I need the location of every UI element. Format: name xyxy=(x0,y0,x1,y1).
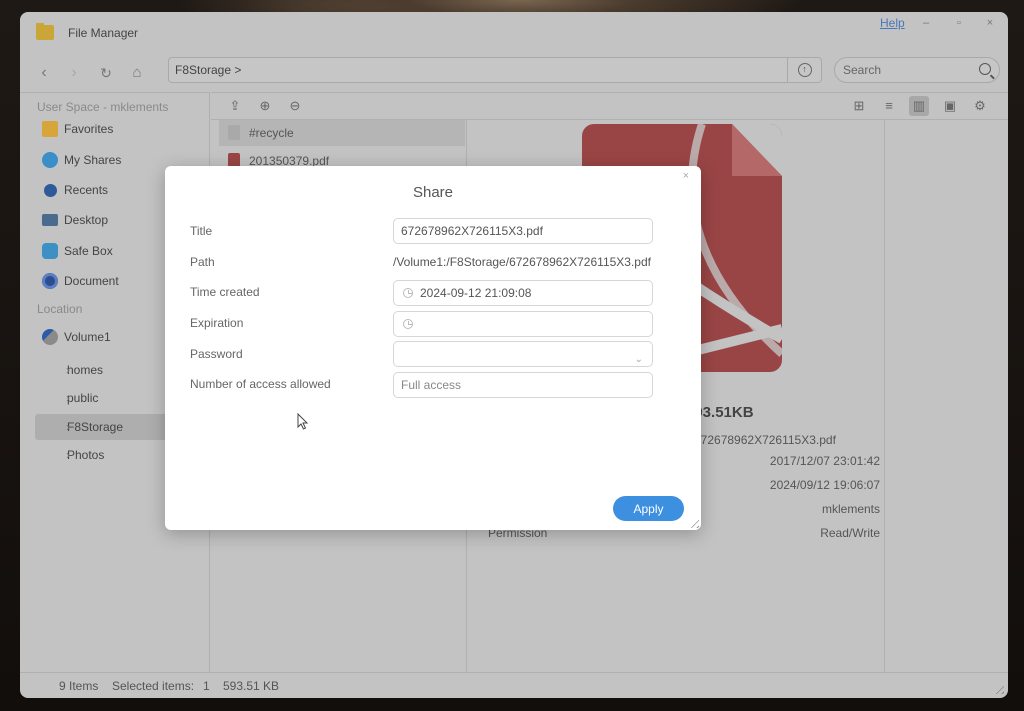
refresh-button[interactable]: ↻ xyxy=(95,62,117,84)
recycle-bin-icon xyxy=(228,125,240,140)
forward-button[interactable]: › xyxy=(63,62,85,84)
maximize-button[interactable]: ▫ xyxy=(951,15,967,31)
list-view-icon[interactable]: ≡ xyxy=(881,98,897,114)
chevron-down-icon: ⌄ xyxy=(634,354,643,365)
title-label: Title xyxy=(190,224,213,238)
sidebar-item-my-shares[interactable]: My Shares xyxy=(42,149,121,171)
apply-button[interactable]: Apply xyxy=(613,496,684,521)
share-icon xyxy=(42,152,58,168)
access-count-input[interactable] xyxy=(393,372,653,398)
close-button[interactable]: × xyxy=(982,15,998,31)
safe-box-icon xyxy=(42,243,58,259)
sidebar-item-recents[interactable]: Recents xyxy=(42,179,108,201)
sidebar-item-safe-box[interactable]: Safe Box xyxy=(42,240,113,262)
preview-file-name: 672678962X726115X3.pdf xyxy=(694,433,836,447)
info-value-permission: Read/Write xyxy=(820,526,880,540)
window-resize-handle[interactable] xyxy=(992,682,1004,694)
path-bar[interactable]: F8Storage > xyxy=(168,57,788,83)
clock-icon xyxy=(403,288,413,298)
search-box[interactable] xyxy=(834,57,1000,83)
dialog-close-button[interactable]: × xyxy=(683,170,689,182)
disk-icon xyxy=(42,329,58,345)
monitor-icon xyxy=(42,214,58,226)
upload-icon[interactable]: ⇪ xyxy=(227,98,243,114)
sidebar-item-label: Safe Box xyxy=(64,244,113,258)
help-link[interactable]: Help xyxy=(880,16,905,30)
column-view-icon[interactable]: ▥ xyxy=(909,96,929,116)
file-name: #recycle xyxy=(249,126,294,140)
grid-view-icon[interactable]: ⊞ xyxy=(851,98,867,114)
sidebar-item-document[interactable]: Document xyxy=(42,270,119,292)
back-button[interactable]: ‹ xyxy=(33,62,55,84)
sidebar-item-label: Document xyxy=(64,274,119,288)
time-created-label: Time created xyxy=(190,285,260,299)
tree-item-label: public xyxy=(67,391,99,405)
sidebar-item-favorites[interactable]: Favorites xyxy=(42,118,113,140)
tree-item-label: Photos xyxy=(67,448,105,462)
password-dropdown[interactable]: ⌄ xyxy=(393,341,653,367)
title-bar: File Manager Help – ▫ × xyxy=(20,12,1008,54)
clock-icon xyxy=(403,319,413,329)
selected-items-label: Selected items: xyxy=(112,679,195,693)
arrow-up-icon: ↑ xyxy=(797,63,812,77)
sidebar-item-label: Volume1 xyxy=(64,330,111,344)
info-value-created: 2017/12/07 23:01:42 xyxy=(769,454,880,468)
add-icon[interactable]: ⊕ xyxy=(257,98,273,114)
time-created-value: 2024-09-12 21:09:08 xyxy=(420,286,532,300)
minimize-button[interactable]: – xyxy=(918,15,934,31)
selected-items-count: 1 xyxy=(203,679,210,693)
star-icon xyxy=(42,121,58,137)
sidebar-item-label: My Shares xyxy=(64,153,122,167)
navigation-bar: ‹ › ↻ ⌂ F8Storage > ↑ xyxy=(20,54,1008,94)
expiration-field[interactable] xyxy=(393,311,653,337)
chevron-right-icon[interactable]: › xyxy=(66,363,70,377)
location-header: Location xyxy=(37,302,83,316)
dialog-title: Share xyxy=(412,184,454,201)
sidebar-item-desktop[interactable]: Desktop xyxy=(42,209,108,231)
file-toolbar: ⇪ ⊕ ⊖ ⊞ ≡ ▥ ▣ ⚙ xyxy=(211,92,1008,120)
tree-item-label: F8Storage xyxy=(67,420,124,434)
file-row[interactable]: #recycle xyxy=(219,120,465,146)
clock-icon xyxy=(44,183,57,197)
path-label: Path xyxy=(190,255,215,269)
chevron-right-icon[interactable]: › xyxy=(66,448,70,462)
home-button[interactable]: ⌂ xyxy=(126,62,148,84)
mouse-cursor-icon xyxy=(297,413,309,430)
sidebar-item-label: Favorites xyxy=(64,122,114,136)
preview-panel-icon[interactable]: ▣ xyxy=(942,98,958,114)
title-input[interactable] xyxy=(393,218,653,244)
app-title: File Manager xyxy=(68,26,139,40)
dialog-resize-handle[interactable] xyxy=(687,516,699,528)
sidebar-item-label: Desktop xyxy=(64,213,109,227)
time-created-field[interactable]: 2024-09-12 21:09:08 xyxy=(393,280,653,306)
status-bar: 9 Items Selected items: 1 593.51 KB xyxy=(20,672,1008,698)
expiration-label: Expiration xyxy=(190,316,244,330)
more-icon[interactable]: ⊖ xyxy=(287,98,303,114)
folder-icon xyxy=(36,23,54,40)
sidebar-item-volume1[interactable]: Volume1 xyxy=(42,326,111,348)
sidebar-item-label: Recents xyxy=(64,183,109,197)
parent-folder-button[interactable]: ↑ xyxy=(788,57,822,83)
user-space-header: User Space - mklements xyxy=(37,100,169,114)
document-icon xyxy=(42,273,58,289)
search-icon[interactable] xyxy=(979,63,991,75)
info-value-modified: 2024/09/12 19:06:07 xyxy=(769,478,880,492)
chevron-right-icon[interactable]: › xyxy=(66,391,70,405)
item-count: 9 Items xyxy=(59,679,99,693)
access-count-label: Number of access allowed xyxy=(190,377,331,391)
settings-icon[interactable]: ⚙ xyxy=(972,98,988,114)
path-value: /Volume1:/F8Storage/672678962X726115X3.p… xyxy=(393,255,651,269)
search-input[interactable] xyxy=(835,58,965,82)
tree-item-label: homes xyxy=(67,363,104,377)
chevron-right-icon[interactable]: › xyxy=(66,420,70,434)
info-value-owner: mklements xyxy=(821,502,880,516)
share-dialog: × Share Title Path /Volume1:/F8Storage/6… xyxy=(165,166,701,530)
selected-items-size: 593.51 KB xyxy=(223,679,280,693)
password-label: Password xyxy=(190,347,243,361)
